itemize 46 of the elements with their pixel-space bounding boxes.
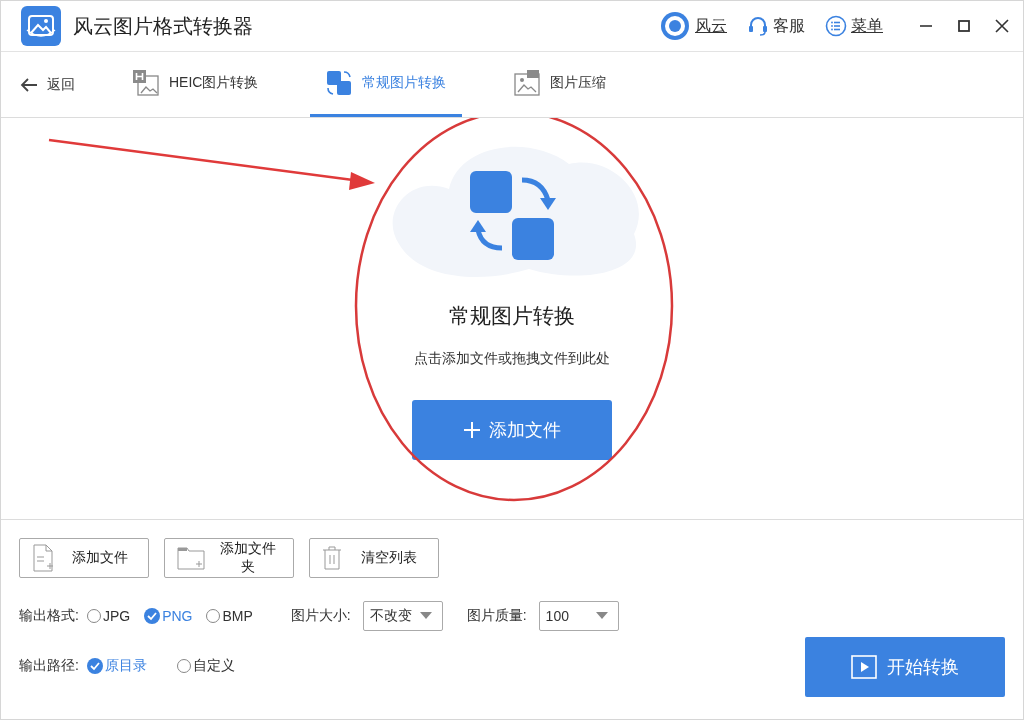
ring-logo-icon[interactable] [659, 10, 691, 42]
back-link[interactable]: 返回 [47, 75, 75, 94]
tab[interactable]: 图片压缩 [498, 52, 623, 117]
folder-plus-icon [177, 546, 205, 570]
toolbar-button[interactable]: 添加文件 [19, 538, 149, 578]
header-link[interactable]: 风云 [695, 15, 727, 37]
toolbar-button[interactable]: 添加文件夹 [164, 538, 294, 578]
quality-dropdown[interactable]: 100 [538, 601, 619, 631]
field-label: 图片大小: [290, 607, 351, 625]
header-link[interactable]: 客服 [773, 15, 805, 37]
app-title: 风云图片格式转换器 [73, 13, 253, 39]
heic-image-icon [133, 70, 159, 96]
tab-label: 图片压缩 [550, 74, 607, 92]
tab[interactable]: 常规图片转换 [310, 52, 463, 117]
trash-icon [322, 546, 342, 570]
file-plus-icon [32, 544, 54, 572]
field-label: 图片质量: [466, 607, 527, 625]
tab-label: HEIC图片转换 [169, 74, 259, 92]
radio-label: BMP [222, 608, 253, 624]
zip-image-icon [514, 70, 541, 96]
add-file-button[interactable]: 添加文件 [412, 400, 612, 460]
toolbar-button[interactable]: 清空列表 [309, 538, 439, 578]
field-label: 输出格式: [19, 607, 79, 625]
play-icon [851, 655, 877, 679]
radio-label: JPG [102, 608, 131, 624]
tab-label: 常规图片转换 [362, 74, 447, 92]
plus-icon [463, 421, 481, 439]
menu-icon[interactable] [825, 15, 847, 37]
dropdown-caret-icon [595, 612, 608, 620]
drop-hint: 点击添加文件或拖拽文件到此处 [414, 350, 610, 368]
convert-squares-icon [326, 70, 353, 96]
dropdown-caret-icon [419, 612, 432, 620]
radio-button[interactable] [86, 658, 103, 674]
header-link[interactable]: 菜单 [851, 15, 883, 37]
radio-label: 原目录 [104, 657, 147, 675]
field-label: 输出路径: [19, 657, 79, 675]
radio-button[interactable] [144, 608, 161, 624]
headset-icon[interactable] [747, 15, 769, 37]
size-dropdown[interactable]: 不改变 [362, 601, 443, 631]
convert-squares-icon [467, 168, 557, 262]
tab[interactable]: HEIC图片转换 [117, 52, 275, 117]
app-logo-icon [21, 6, 61, 46]
drop-title: 常规图片转换 [449, 303, 575, 329]
radio-label: 自定义 [192, 657, 235, 675]
radio-label: PNG [162, 608, 193, 624]
start-convert-button[interactable]: 开始转换 [805, 637, 1005, 697]
